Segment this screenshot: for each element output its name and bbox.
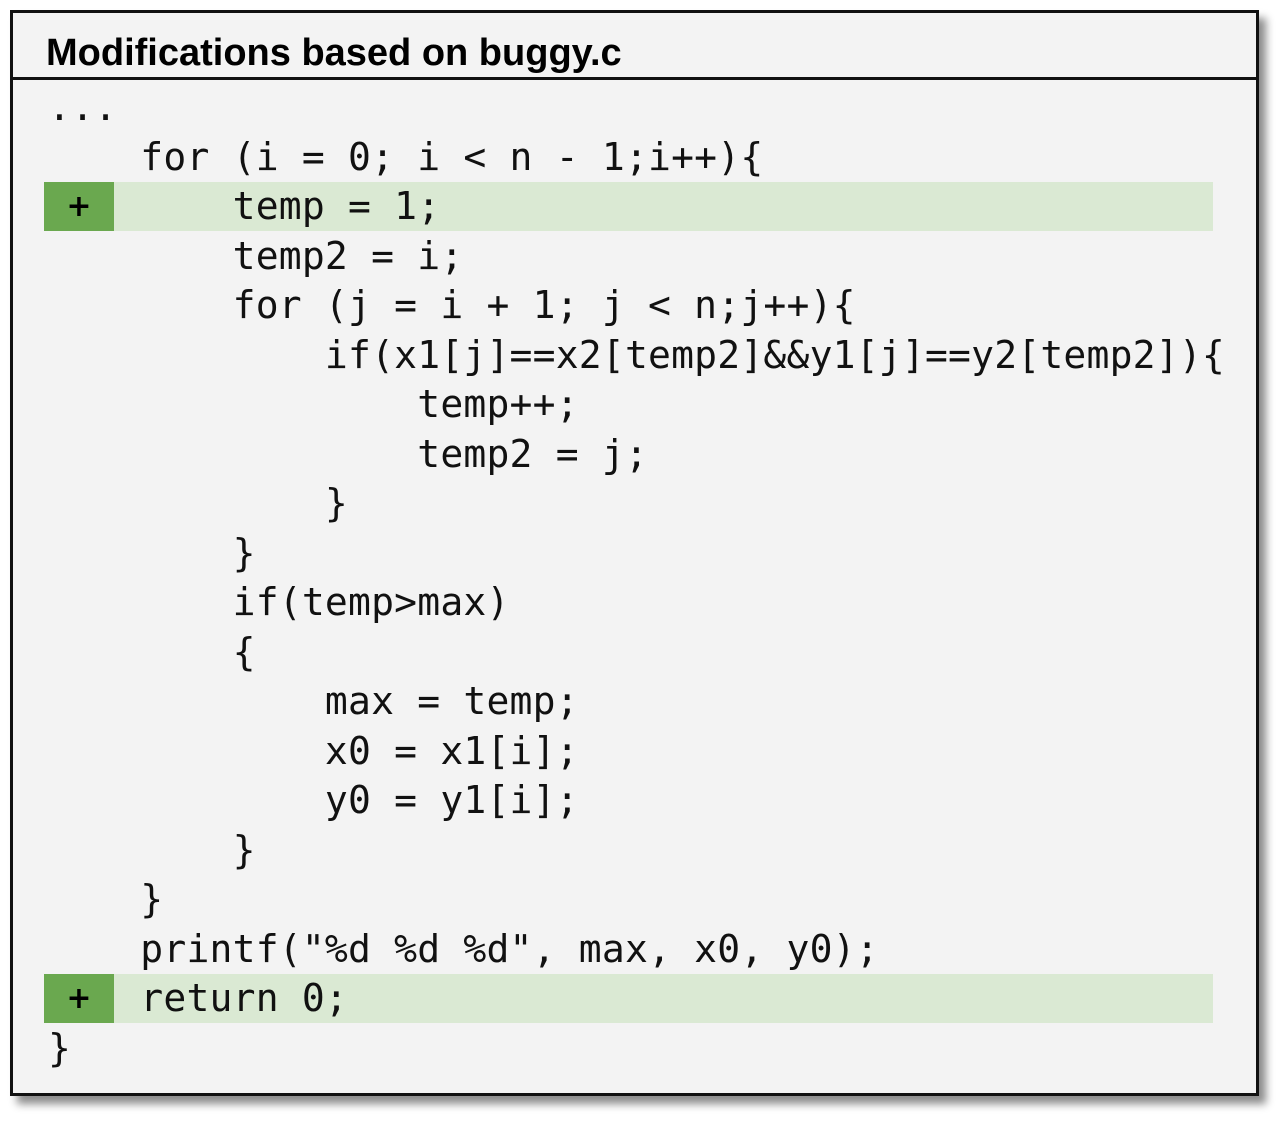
code-line: } — [13, 875, 1256, 924]
code-line: y0 = y1[i]; — [13, 776, 1256, 825]
code-line: if(temp>max) — [13, 578, 1256, 627]
code-text: } — [48, 530, 256, 575]
code-text: for (j = i + 1; j < n;j++){ — [48, 283, 856, 327]
code-line: { — [13, 628, 1256, 677]
code-line: x0 = x1[i]; — [13, 727, 1256, 776]
code-text: for (i = 0; i < n - 1;i++){ — [48, 134, 764, 179]
code-text: temp++; — [48, 382, 579, 426]
code-line: } — [13, 1024, 1256, 1073]
code-line: max = temp; — [13, 677, 1256, 726]
code-line: for (j = i + 1; j < n;j++){ — [13, 281, 1256, 330]
code-line: for (i = 0; i < n - 1;i++){ — [13, 133, 1256, 182]
code-text: if(x1[j]==x2[temp2]&&y1[j]==y2[temp2]){ — [48, 332, 1225, 377]
code-line: } — [13, 826, 1256, 875]
code-line: } — [13, 529, 1256, 578]
code-text: x0 = x1[i]; — [48, 728, 579, 773]
code-line: } — [13, 479, 1256, 528]
code-line: printf("%d %d %d", max, x0, y0); — [13, 925, 1256, 974]
code-text: max = temp; — [48, 679, 579, 723]
code-text: temp2 = i; — [48, 233, 464, 278]
code-line: ... — [13, 83, 1256, 132]
code-text: { — [48, 629, 256, 674]
code-text: ... — [48, 85, 118, 129]
code-diff-panel: Modifications based on buggy.c ... for (… — [10, 10, 1259, 1096]
code-text: } — [48, 481, 349, 525]
code-line: temp++; — [13, 380, 1256, 429]
code-text: } — [48, 1025, 72, 1070]
code-line: temp2 = j; — [13, 430, 1256, 479]
code-text: temp = 1; — [48, 184, 441, 228]
code-text: y0 = y1[i]; — [48, 778, 579, 822]
panel-header: Modifications based on buggy.c — [13, 13, 1256, 80]
code-line: temp2 = i; — [13, 232, 1256, 281]
code-text: if(temp>max) — [48, 580, 510, 624]
code-text: return 0; — [48, 976, 349, 1020]
code-text: } — [48, 877, 164, 921]
code-line: if(x1[j]==x2[temp2]&&y1[j]==y2[temp2]){ — [13, 331, 1256, 380]
added-code-line: + temp = 1; — [13, 182, 1256, 231]
panel-title: Modifications based on buggy.c — [46, 32, 622, 74]
code-text: printf("%d %d %d", max, x0, y0); — [48, 926, 879, 971]
code-text: temp2 = j; — [48, 431, 649, 476]
added-code-line: + return 0; — [13, 974, 1256, 1023]
code-text: } — [48, 827, 256, 872]
